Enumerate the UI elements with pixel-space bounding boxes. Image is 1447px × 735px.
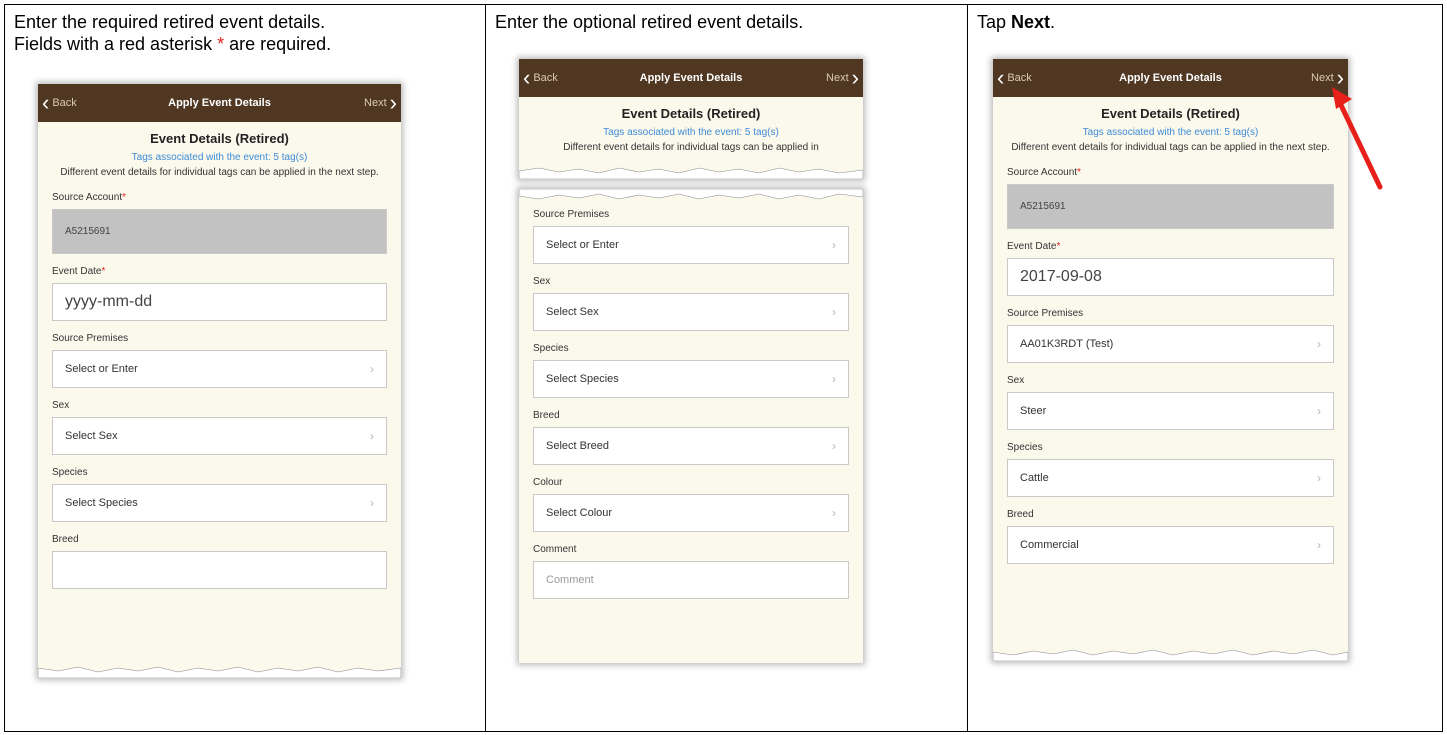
source-premises-label: Source Premises [1007,308,1084,319]
pointer-arrow-icon [1332,87,1383,190]
chevron-right-icon: › [370,429,374,443]
next-keyword: Next [1011,12,1051,32]
tags-link[interactable]: Tags associated with the event: 5 tag(s) [993,127,1348,138]
chevron-left-icon: ‹ [997,65,1005,90]
chevron-right-icon: › [1317,337,1321,351]
nav-title: Apply Event Details [168,97,271,109]
nav-title: Apply Event Details [1119,72,1222,84]
chevron-right-icon: › [832,305,836,319]
instruction-text: Enter the optional retired event details… [495,12,804,32]
species-select[interactable]: Select Species › [533,360,849,398]
chevron-right-icon: › [832,372,836,386]
step-cell-next: Tap Next. ‹ Back Apply Event Details Next… [967,5,1442,731]
note-text: Different event details for individual t… [563,142,819,153]
chevron-right-icon: › [1317,471,1321,485]
section-heading: Event Details (Retired) [1101,106,1240,121]
source-premises-select[interactable]: Select or Enter › [533,226,849,264]
comment-input[interactable]: Comment [533,561,849,599]
next-button[interactable]: Next › [364,84,397,122]
nav-bar: ‹ Back Apply Event Details Next › [519,59,863,97]
torn-edge [519,167,863,179]
torn-edge [38,666,401,678]
breed-select-partial[interactable] [52,551,387,589]
species-label: Species [52,467,88,478]
species-select[interactable]: Select Species › [52,484,387,522]
source-premises-select[interactable]: AA01K3RDT (Test) › [1007,325,1334,363]
event-date-label: Event Date* [1007,241,1061,252]
chevron-right-icon: › [1317,404,1321,418]
instruction-text: Enter the required retired event details… [14,11,331,55]
section-heading: Event Details (Retired) [621,106,761,121]
phone-screenshot-optional: Source Premises Select or Enter › Sex Sel… [519,189,863,663]
chevron-left-icon: ‹ [42,90,50,115]
sex-select[interactable]: Select Sex › [533,293,849,331]
breed-select[interactable]: Select Breed › [533,427,849,465]
chevron-right-icon: › [851,65,859,90]
event-date-input[interactable]: yyyy-mm-dd [52,283,387,321]
sex-select[interactable]: Select Sex › [52,417,387,455]
sex-label: Sex [1007,375,1025,386]
tags-link[interactable]: Tags associated with the event: 5 tag(s) [38,152,401,163]
source-premises-label: Source Premises [52,333,129,344]
species-label: Species [1007,442,1043,453]
nav-bar: ‹ Back Apply Event Details Next › [38,84,401,122]
sex-label: Sex [52,400,70,411]
event-date-input[interactable]: 2017-09-08 [1007,258,1334,296]
species-select[interactable]: Cattle › [1007,459,1334,497]
instruction-line-2: Fields with a red asterisk * are require… [14,34,332,54]
phone-screenshot-required: ‹ Back Apply Event Details Next › Event De… [38,84,401,678]
breed-label: Breed [52,534,79,545]
species-label: Species [533,343,569,354]
source-account-field: A5215691 [1007,184,1334,229]
source-premises-label: Source Premises [533,209,610,220]
phone-screenshot-filled: ‹ Back Apply Event Details Next › Event De… [993,59,1348,661]
chevron-right-icon: › [1317,538,1321,552]
nav-title: Apply Event Details [639,72,743,84]
source-account-label: Source Account* [1007,167,1081,178]
source-account-label: Source Account* [52,192,126,203]
chevron-right-icon: › [832,439,836,453]
event-date-label: Event Date* [52,266,106,277]
torn-edge [519,189,863,200]
chevron-right-icon: › [370,496,374,510]
phone-screenshot-top: ‹ Back Apply Event Details Next › Event De… [519,59,863,179]
section-heading: Event Details (Retired) [150,131,289,146]
breed-label: Breed [533,410,560,421]
breed-label: Breed [1007,509,1034,520]
chevron-left-icon: ‹ [523,65,531,90]
instruction-line-1: Enter the required retired event details… [14,12,326,32]
instruction-text: Tap Next. [977,12,1056,32]
chevron-right-icon: › [832,238,836,252]
step-cell-required: Enter the required retired event details… [5,5,485,731]
source-premises-select[interactable]: Select or Enter › [52,350,387,388]
note-text: Different event details for individual t… [1011,142,1330,153]
back-button[interactable]: ‹ Back [997,59,1032,97]
comment-label: Comment [533,544,577,555]
source-account-field: A5215691 [52,209,387,254]
sex-label: Sex [533,276,551,287]
chevron-right-icon: › [370,362,374,376]
colour-select[interactable]: Select Colour › [533,494,849,532]
note-text: Different event details for individual t… [60,167,379,178]
back-button[interactable]: ‹ Back [42,84,77,122]
breed-select[interactable]: Commercial › [1007,526,1334,564]
nav-bar: ‹ Back Apply Event Details Next › [993,59,1348,97]
next-button[interactable]: Next › [826,59,859,97]
sex-select[interactable]: Steer › [1007,392,1334,430]
chevron-right-icon: › [832,506,836,520]
instruction-table: Enter the required retired event details… [4,4,1443,732]
step-cell-optional: Enter the optional retired event details… [485,5,967,731]
tags-link[interactable]: Tags associated with the event: 5 tag(s) [519,127,863,138]
back-button[interactable]: ‹ Back [523,59,558,97]
colour-label: Colour [533,477,563,488]
torn-edge [993,649,1348,661]
chevron-right-icon: › [389,90,397,115]
